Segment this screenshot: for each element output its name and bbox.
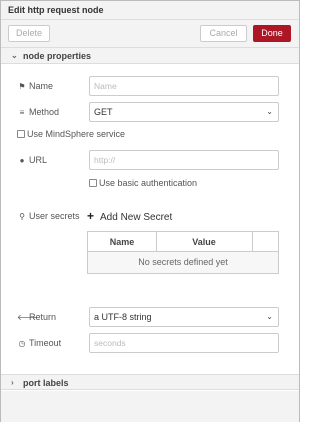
method-select[interactable]: GET ⌄ xyxy=(89,102,279,122)
add-new-secret-label: Add New Secret xyxy=(100,212,173,223)
tray-titlebar: Edit http request node xyxy=(1,1,299,20)
timeout-input[interactable]: seconds xyxy=(89,333,279,353)
url-label: URL xyxy=(29,155,48,165)
secrets-column-value: Value xyxy=(192,237,216,247)
basic-auth-checkbox-box[interactable] xyxy=(89,179,97,187)
add-new-secret-button[interactable]: + Add New Secret xyxy=(87,209,172,223)
method-label: Method xyxy=(29,107,60,117)
user-secrets-label: User secrets xyxy=(29,211,80,221)
basic-auth-label: Use basic authentication xyxy=(99,178,198,188)
secrets-column-name: Name xyxy=(109,237,135,247)
edit-node-tray: Edit http request node Delete Cancel Don… xyxy=(0,0,300,422)
plus-icon: + xyxy=(87,209,95,223)
secrets-empty-message: No secrets defined yet xyxy=(88,252,278,273)
timeout-label: Timeout xyxy=(29,338,62,348)
name-row-label: ⚑ Name xyxy=(17,81,53,91)
tray-title: Edit http request node xyxy=(8,5,104,15)
mindsphere-checkbox[interactable]: Use MindSphere service xyxy=(17,129,125,139)
method-row-label: ≡ Method xyxy=(17,107,59,117)
port-labels-label: port labels xyxy=(23,378,69,388)
tag-icon: ⚑ xyxy=(18,82,26,91)
return-select[interactable]: a UTF-8 string ⌄ xyxy=(89,307,279,327)
url-row-label: ● URL xyxy=(17,155,47,165)
chevron-down-icon: ⌄ xyxy=(266,312,273,321)
chevron-right-icon: › xyxy=(11,378,14,387)
globe-icon: ● xyxy=(19,156,25,165)
column-divider xyxy=(252,232,253,252)
node-properties-label: node properties xyxy=(23,51,92,61)
method-select-value: GET xyxy=(94,107,113,117)
secrets-table: Name Value No secrets defined yet xyxy=(87,231,279,274)
node-properties-header[interactable]: ⌄ node properties xyxy=(1,48,299,64)
cancel-button[interactable]: Cancel xyxy=(200,25,247,42)
list-icon: ≡ xyxy=(19,108,25,117)
mindsphere-checkbox-box[interactable] xyxy=(17,130,25,138)
arrow-left-icon: 🡐 xyxy=(17,313,39,322)
key-icon: ⚲ xyxy=(19,212,25,221)
clock-icon: ◷ xyxy=(18,339,26,348)
mindsphere-label: Use MindSphere service xyxy=(27,129,126,139)
return-select-value: a UTF-8 string xyxy=(94,312,152,322)
name-input[interactable]: Name xyxy=(89,76,279,96)
basic-auth-checkbox[interactable]: Use basic authentication xyxy=(89,178,197,188)
done-button[interactable]: Done xyxy=(253,25,291,42)
name-label: Name xyxy=(29,81,54,91)
chevron-down-icon: ⌄ xyxy=(11,51,18,60)
tray-toolbar: Delete Cancel Done xyxy=(1,20,299,48)
secrets-table-header: Name Value xyxy=(88,232,278,252)
port-labels-header[interactable]: › port labels xyxy=(1,374,299,390)
timeout-row-label: ◷ Timeout xyxy=(17,338,62,348)
url-input[interactable]: http:// xyxy=(89,150,279,170)
delete-button[interactable]: Delete xyxy=(8,25,50,42)
return-label: Return xyxy=(29,312,57,322)
return-row-label: 🡐Return xyxy=(17,312,56,322)
chevron-down-icon: ⌄ xyxy=(266,107,273,116)
tray-footer-area xyxy=(1,391,299,422)
user-secrets-row-label: ⚲ User secrets xyxy=(17,211,80,221)
